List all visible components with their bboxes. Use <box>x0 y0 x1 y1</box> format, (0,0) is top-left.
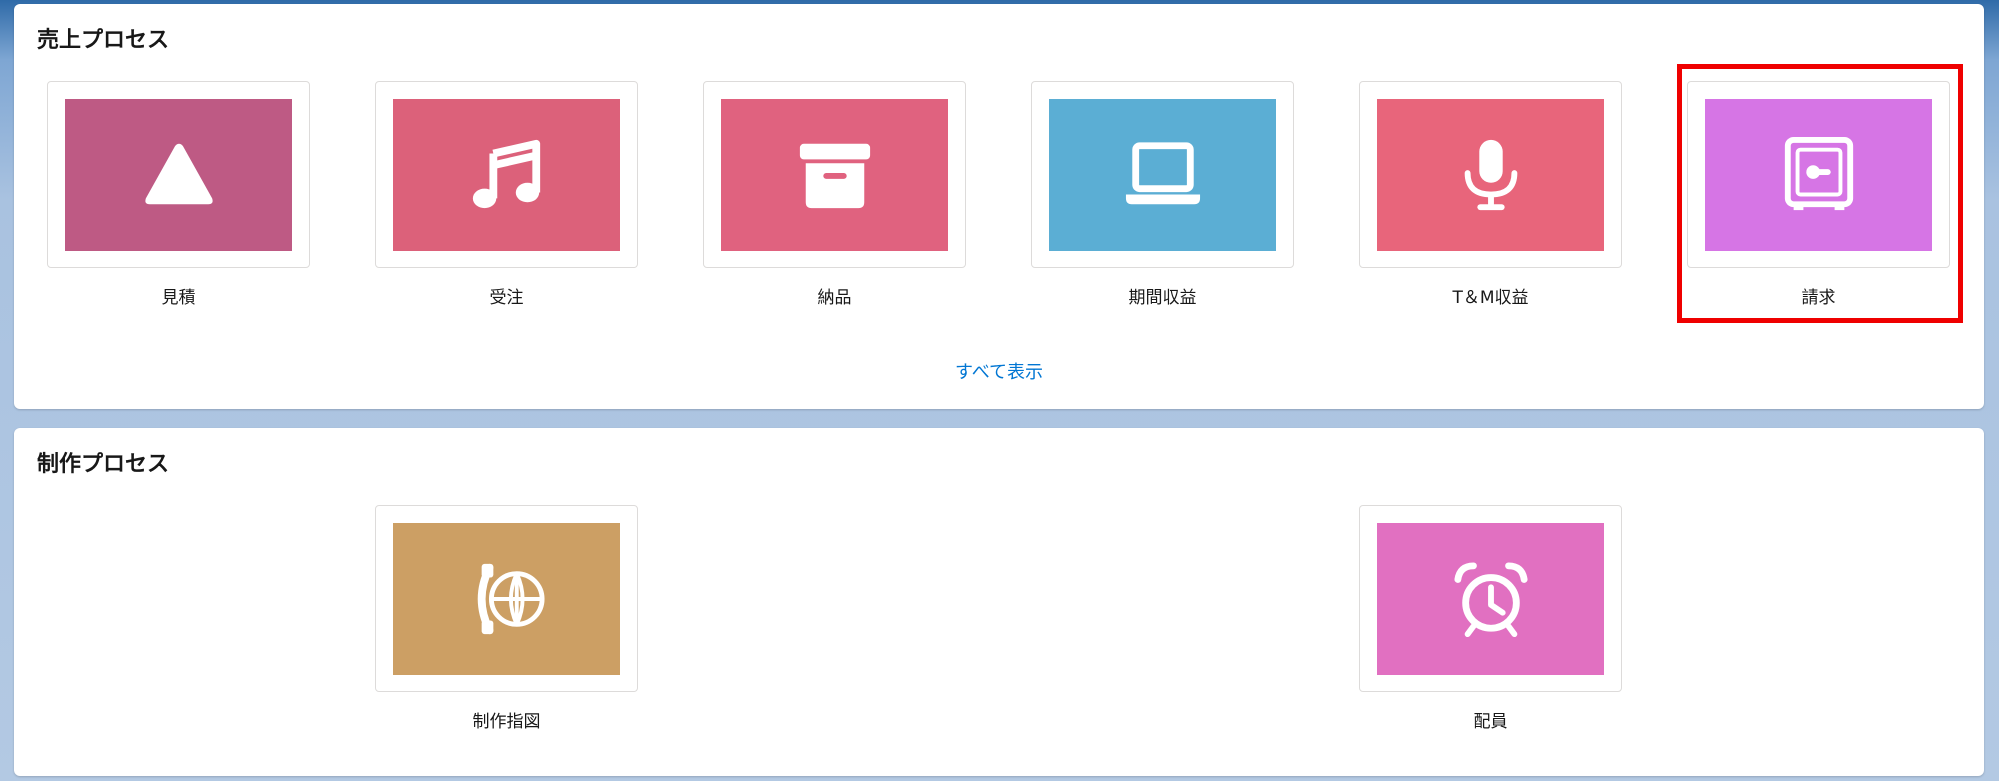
microphone-icon <box>1464 139 1517 211</box>
tile-order[interactable] <box>375 81 638 268</box>
tile-period-revenue-image <box>1049 99 1276 251</box>
music-note-icon <box>472 139 540 209</box>
tile-delivery-image <box>721 99 948 251</box>
tile-staffing-image <box>1377 523 1604 675</box>
tile-production-order-image <box>393 523 620 675</box>
sales-process-card: 売上プロセス 見積 受注 納品 期間収益 T＆M収益 請求 すべて表示 <box>14 4 1984 409</box>
tile-estimate[interactable] <box>47 81 310 268</box>
triangle-icon <box>144 143 213 205</box>
tile-production-order[interactable] <box>375 505 638 692</box>
view-all-link[interactable]: すべて表示 <box>14 358 1984 384</box>
production-process-title: 制作プロセス <box>37 452 170 477</box>
alarm-clock-icon <box>1453 562 1528 638</box>
tile-period-revenue-label: 期間収益 <box>1128 288 1197 308</box>
tile-tm-revenue[interactable] <box>1359 81 1622 268</box>
tile-tm-revenue-label: T＆M収益 <box>1452 288 1529 308</box>
laptop-icon <box>1125 142 1200 205</box>
archive-box-icon <box>799 143 870 209</box>
tile-delivery-label: 納品 <box>817 288 852 308</box>
tile-delivery[interactable] <box>703 81 966 268</box>
phone-globe-icon <box>477 563 545 635</box>
sales-process-title: 売上プロセス <box>37 28 170 53</box>
tile-period-revenue[interactable] <box>1031 81 1294 268</box>
tile-order-image <box>393 99 620 251</box>
tile-estimate-image <box>65 99 292 251</box>
safe-icon <box>1784 136 1853 211</box>
tile-billing[interactable] <box>1687 81 1950 268</box>
tile-staffing-label: 配員 <box>1473 712 1508 732</box>
tile-billing-label: 請求 <box>1801 288 1836 308</box>
tile-order-label: 受注 <box>489 288 524 308</box>
tile-estimate-label: 見積 <box>161 288 196 308</box>
tile-staffing[interactable] <box>1359 505 1622 692</box>
tile-production-order-label: 制作指図 <box>472 712 541 732</box>
production-process-card: 制作プロセス 制作指図 配員 <box>14 428 1984 776</box>
tile-tm-revenue-image <box>1377 99 1604 251</box>
tile-billing-image <box>1705 99 1932 251</box>
